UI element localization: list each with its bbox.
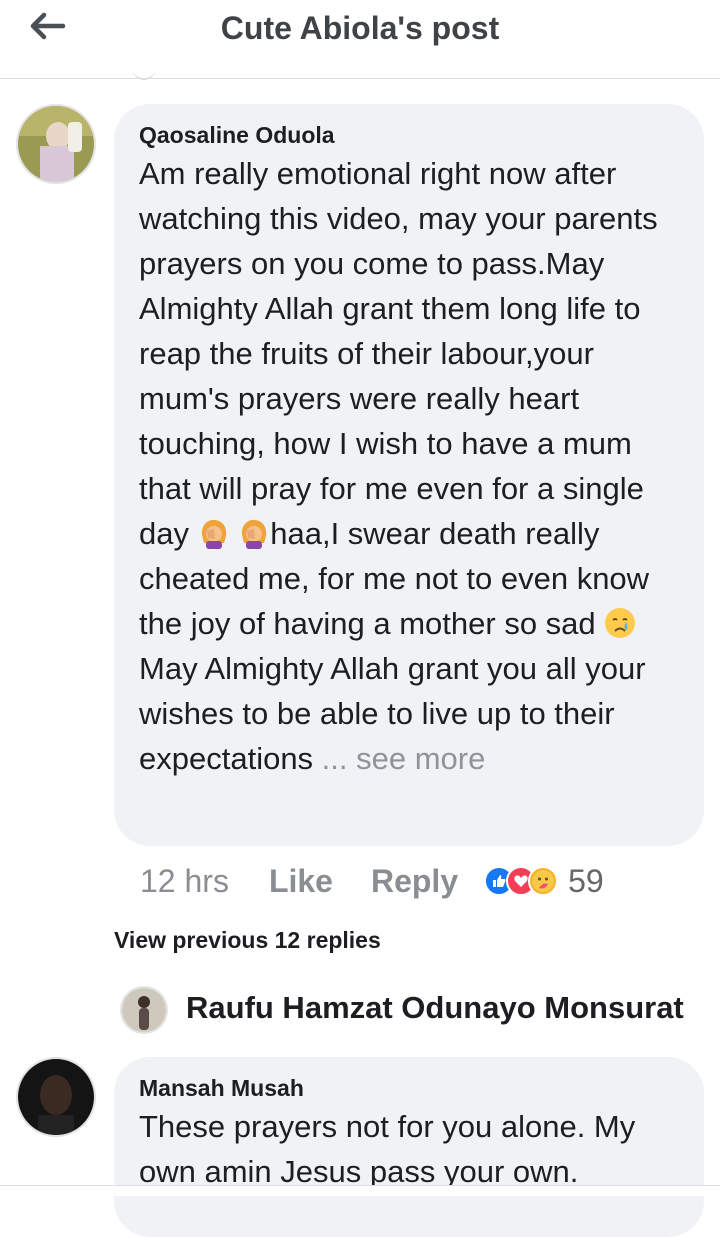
facepalm-emoji-icon <box>198 516 230 549</box>
comment-text-part: Am really emotional right now after watc… <box>139 156 658 551</box>
top-bar: Cute Abiola's post <box>0 0 720 80</box>
scroll-indicator <box>132 66 156 80</box>
reply-button[interactable]: Reply <box>371 863 458 900</box>
comment-timestamp[interactable]: 12 hrs <box>140 863 229 900</box>
comment-bubble[interactable]: Mansah Musah These prayers not for you a… <box>114 1057 704 1237</box>
page-title: Cute Abiola's post <box>220 10 500 46</box>
reactions-summary[interactable] <box>484 866 559 896</box>
facepalm-emoji-icon <box>238 516 270 549</box>
comment-bubble[interactable]: Qaosaline Oduola Am really emotional rig… <box>114 104 704 846</box>
like-button[interactable]: Like <box>269 863 333 900</box>
see-more-link[interactable]: ... see more <box>322 741 486 776</box>
avatar-photo <box>18 106 94 182</box>
comment-text: These prayers not for you alone. My own … <box>139 1109 636 1189</box>
reaction-count[interactable]: 59 <box>568 863 604 900</box>
avatar[interactable] <box>16 1057 96 1137</box>
avatar-photo <box>122 988 166 1032</box>
comment-text: Am really emotional right now after watc… <box>139 151 682 781</box>
bottom-divider <box>0 1185 720 1196</box>
crying-face-emoji-icon <box>604 606 636 638</box>
care-icon <box>528 866 559 896</box>
avatar[interactable] <box>16 104 96 184</box>
comment-actions: 12 hrs Like Reply 59 <box>140 857 604 905</box>
reply-author-name[interactable]: Raufu Hamzat Odunayo Monsurat <box>186 990 684 1026</box>
avatar-photo <box>18 1059 94 1135</box>
comment-author[interactable]: Mansah Musah <box>139 1075 682 1102</box>
avatar[interactable] <box>120 986 168 1034</box>
view-previous-replies-link[interactable]: View previous 12 replies <box>114 927 381 954</box>
comment-author[interactable]: Qaosaline Oduola <box>139 122 682 149</box>
